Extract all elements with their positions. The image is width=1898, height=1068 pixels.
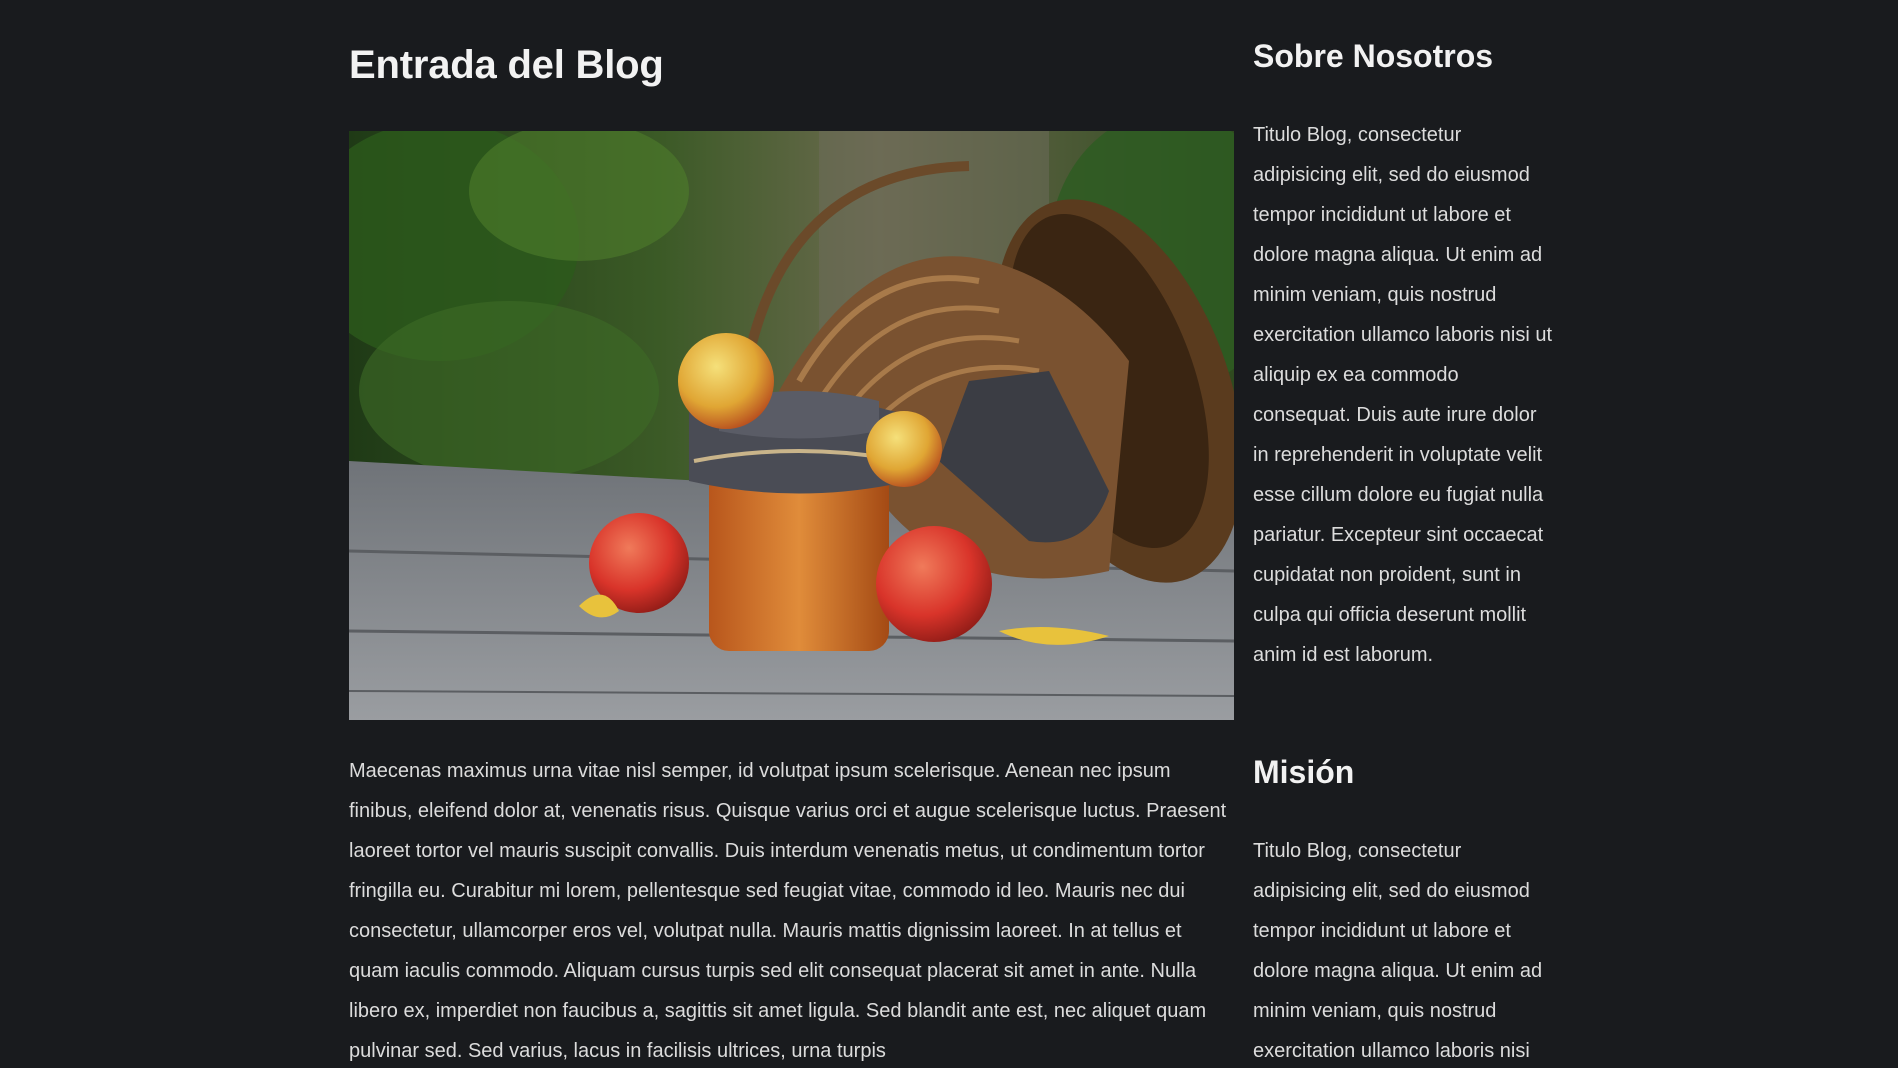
post-title: Entrada del Blog: [349, 43, 664, 87]
about-text: Titulo Blog, consectetur adipisicing eli…: [1253, 124, 1553, 666]
blog-post: Entrada del Blog Maecenas maximus urna v…: [349, 38, 1234, 1062]
post-image-illustration: [349, 131, 1234, 720]
post-body: Maecenas maximus urna vitae nisl semper,…: [349, 760, 1227, 1062]
mision-text: Titulo Blog, consectetur adipisicing eli…: [1253, 840, 1543, 1062]
blog-page: Entrada del Blog Maecenas maximus urna v…: [0, 0, 1898, 1068]
mision-heading: Misión: [1253, 754, 1355, 790]
post-image: [349, 131, 1234, 720]
about-heading: Sobre Nosotros: [1253, 38, 1494, 74]
